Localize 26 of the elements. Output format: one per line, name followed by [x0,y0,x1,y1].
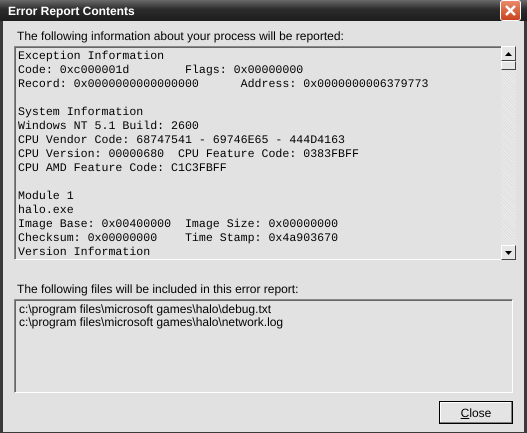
scroll-down-icon[interactable] [505,250,512,254]
report-line: Checksum: 0x00000000 Time Stamp: 0x4a903670 [18,232,338,246]
files-label: The following files will be included in this error report: [17,282,300,296]
report-line: System Information [18,106,144,120]
report-line: Record: 0x0000000000000000 Address: 0x0000000006379773 [18,78,428,92]
report-line: Module 1 [18,190,74,204]
report-text-area[interactable] [14,46,502,260]
scrollbar[interactable] [501,46,516,260]
report-line: Windows NT 5.1 Build: 2600 [18,120,199,134]
report-line: CPU Vendor Code: 68747541 - 69746E65 - 444D4163 [18,134,345,148]
close-button[interactable]: Close [439,401,513,424]
report-line: halo.exe [18,204,74,218]
report-line: Image Base: 0x00400000 Image Size: 0x00000000 [18,218,338,232]
file-path: c:\program files\microsoft games\halo\network.log [19,316,284,329]
report-line: Version Information [18,246,150,259]
file-path: c:\program files\microsoft games\halo\debug.txt [19,303,272,316]
report-line: Exception Information [18,50,164,64]
report-line: Code: 0xc000001d Flags: 0x00000000 [18,64,304,78]
scroll-thumb[interactable] [501,61,516,70]
window-title: Error Report Contents [8,4,135,18]
report-line: CPU Version: 00000680 CPU Feature Code: 0383FBFF [18,148,359,162]
close-icon[interactable] [500,0,521,21]
scroll-up-icon[interactable] [505,52,512,56]
report-label: The following information about your process will be reported: [17,29,345,43]
file-list[interactable]: c:\program files\microsoft games\halo\debug.txt c:\program files\microsoft games\halo\network.log [14,299,513,393]
report-line: CPU AMD Feature Code: C1C3FBFF [18,162,227,176]
